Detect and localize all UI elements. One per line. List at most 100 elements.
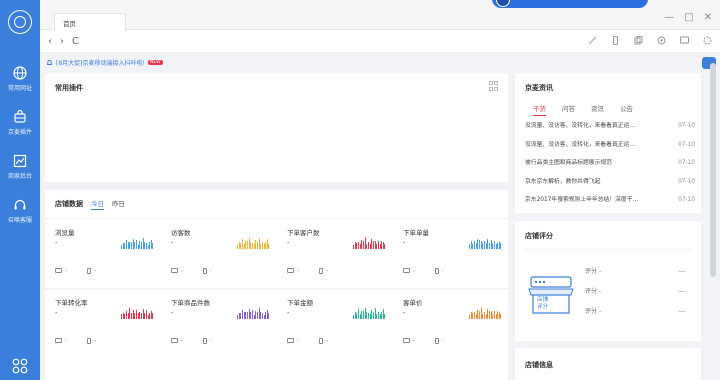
metric-tile[interactable]: 下单单量 - - - — [393, 218, 509, 284]
metric-value: - — [55, 309, 58, 317]
sparkline-icon — [469, 237, 502, 249]
scrollbar[interactable] — [710, 63, 716, 277]
metric-value: - — [403, 309, 406, 317]
mobile-stat: - — [435, 267, 444, 274]
pc-stat: - — [55, 337, 67, 344]
close-button[interactable]: ✕ — [704, 12, 712, 23]
metric-tile[interactable]: 浏览量 - - - — [45, 218, 161, 284]
pc-stat: - — [403, 337, 415, 344]
news-item-date: 07-10 — [678, 123, 695, 129]
pen-icon[interactable] — [588, 36, 597, 45]
store-data-card: 店铺数据 今日 昨日 浏览量 - - - 访客数 - - - 下单客户数 - - - 下单单量 - - - 下单… — [45, 190, 509, 380]
metric-value: - — [55, 239, 58, 247]
list-item[interactable]: 没流量、没访客、没转化，来看看真正运… 07-10 — [525, 140, 695, 159]
sparkline-icon — [121, 237, 154, 249]
tab-home[interactable]: 首页 — [54, 13, 126, 31]
news-list: 没流量、没访客、没转化，来看看真正运… 07-10 没流量、没访客、没转化，来看看… — [525, 121, 695, 214]
news-tab[interactable]: 干货 — [533, 103, 546, 116]
list-item[interactable]: 京东2017年搜索规则上半年总结！深度干… 07-10 — [525, 195, 695, 214]
metric-value: - — [287, 309, 290, 317]
desktop-icon — [55, 268, 62, 273]
sidebar-item-backend[interactable]: 商家后台 — [0, 154, 40, 180]
settings-icon[interactable] — [657, 36, 666, 45]
pc-stat: - — [171, 337, 183, 344]
bell-icon — [47, 59, 52, 65]
minimize-button[interactable]: — — [664, 12, 674, 23]
metric-tile[interactable]: 下单商品件数 - - - — [161, 288, 277, 354]
mobile-icon — [203, 337, 208, 344]
metric-tile[interactable]: 下单转化率 - - - — [45, 288, 161, 354]
mobile-icon — [87, 267, 92, 274]
desktop-icon — [403, 338, 410, 343]
mobile-stat: - — [319, 267, 328, 274]
news-item-date: 07-10 — [678, 197, 695, 203]
metric-tile[interactable]: 下单客户数 - - - — [277, 218, 393, 284]
metric-tile[interactable]: 客单价 - - - — [393, 288, 509, 354]
metric-tile[interactable]: 下单金额 - - - — [277, 288, 393, 354]
mobile-stat: - — [203, 337, 212, 344]
shop-icon — [528, 276, 574, 314]
desktop-icon — [403, 268, 410, 273]
mobile-icon — [435, 337, 440, 344]
sparkline-icon — [237, 307, 270, 319]
copy-icon[interactable] — [634, 36, 643, 45]
metric-tile[interactable]: 访客数 - - - — [161, 218, 277, 284]
refresh-button[interactable]: C — [72, 36, 79, 47]
news-tab[interactable]: 资讯 — [591, 103, 604, 116]
forward-button[interactable]: › — [60, 36, 64, 47]
grid-apps-icon[interactable] — [12, 358, 28, 374]
metric-name: 下单单量 — [403, 229, 429, 237]
desktop-icon — [171, 268, 178, 273]
headset-icon — [14, 199, 26, 210]
news-tab[interactable]: 公告 — [620, 103, 633, 116]
plugins-title: 常用插件 — [55, 84, 83, 92]
mobile-icon — [319, 337, 324, 344]
rating-card: 店铺评分 店铺 评分 评分 - --- 评分 - --- 评分 - --- — [515, 221, 701, 341]
mobile-icon — [319, 267, 324, 274]
pc-stat: - — [403, 267, 415, 274]
store-data-title: 店铺数据 — [55, 200, 83, 208]
maximize-button[interactable]: □ — [684, 12, 693, 23]
gear-icon[interactable] — [703, 36, 712, 45]
notice-banner[interactable]: [8月大促]京麦移动端接入抖咔啦! NEW — [46, 58, 163, 67]
floating-widget[interactable] — [492, 0, 648, 8]
list-item[interactable]: 彼行品类主图和商品标题展示规范 07-10 — [525, 158, 695, 177]
sidebar-item-support[interactable]: 召唤客服 — [0, 198, 40, 224]
metric-name: 浏览量 — [55, 229, 75, 237]
mobile-icon[interactable] — [611, 36, 620, 45]
rating-title: 店铺评分 — [525, 232, 553, 240]
sparkline-icon — [353, 237, 386, 249]
news-item-date: 07-10 — [678, 160, 695, 166]
news-tab[interactable]: 问答 — [562, 103, 575, 116]
pc-stat: - — [287, 267, 299, 274]
news-item-title: 彼行品类主图和商品标题展示规范 — [525, 160, 612, 166]
main-content: [8月大促]京麦移动端接入抖咔啦! NEW 常用插件 店铺数据 今日 昨日 浏览… — [40, 53, 720, 380]
chart-icon — [13, 154, 27, 168]
metric-value: - — [287, 239, 290, 247]
new-badge: NEW — [147, 60, 163, 65]
tab-today[interactable]: 今日 — [91, 198, 104, 210]
sidebar-item-label: 常用网址 — [7, 85, 32, 92]
grid-view-icon[interactable] — [488, 81, 498, 91]
app-logo-icon[interactable] — [8, 10, 32, 34]
news-item-title: 没流量、没访客、没转化，来看看真正运… — [525, 141, 636, 148]
sidebar-item-plugins[interactable]: 京麦插件 — [0, 110, 40, 136]
metric-value: - — [171, 239, 174, 247]
sidebar-item-urls[interactable]: 常用网址 — [0, 66, 40, 92]
back-button[interactable]: ‹ — [48, 36, 52, 47]
message-icon[interactable] — [680, 36, 689, 45]
metric-name: 访客数 — [171, 229, 191, 237]
widget-icon — [496, 0, 510, 7]
metric-name: 下单转化率 — [55, 299, 88, 307]
metric-name: 下单客户数 — [287, 229, 320, 237]
list-item[interactable]: 京东京东解析，教你并得飞起 07-10 — [525, 177, 695, 196]
sidebar: 常用网址 京麦插件 商家后台 召唤客服 — [0, 0, 40, 380]
list-item[interactable]: 没流量、没访客、没转化，来看看真正运… 07-10 — [525, 121, 695, 140]
mobile-icon — [203, 267, 208, 274]
metric-value: - — [171, 309, 174, 317]
globe-icon — [13, 66, 27, 80]
plugins-card: 常用插件 — [45, 73, 508, 182]
metric-name: 下单商品件数 — [171, 299, 210, 307]
pc-stat: - — [55, 267, 67, 274]
tab-yesterday[interactable]: 昨日 — [112, 198, 125, 210]
